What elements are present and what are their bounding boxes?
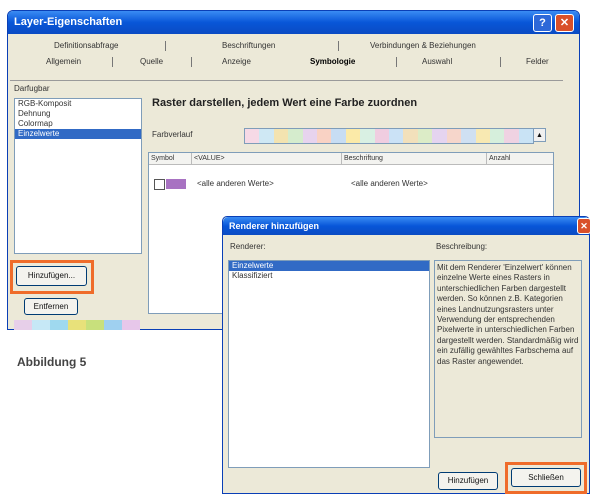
tab-allgemein[interactable]: Allgemein [46,57,81,66]
renderer-label: Renderer: [230,242,266,251]
row-value: <alle anderen Werte> [197,179,274,188]
renderer-item-einzelwerte[interactable]: Einzelwerte [15,129,141,139]
ramp-color-18 [504,129,519,143]
renderer-item-dehnung[interactable]: Dehnung [15,109,141,119]
ramp-color-11 [403,129,418,143]
dialog-close-button[interactable]: Schließen [511,468,581,487]
remove-button[interactable]: Entfernen [24,298,78,315]
dialog-title-bar: Renderer hinzufügen ✕ [223,217,590,235]
tab-strip: Definitionsabfrage Beschriftungen Verbin… [8,27,564,81]
ramp-color-1 [259,129,274,143]
tab-quelle[interactable]: Quelle [140,57,163,66]
renderer-list[interactable]: RGB-Komposit Dehnung Colormap Einzelwert… [14,98,142,254]
renderer-list-label: Darfugbar [14,84,50,93]
tab-definitionsabfrage[interactable]: Definitionsabfrage [54,41,118,50]
symbol-swatch[interactable] [166,179,186,189]
ramp-color-17 [489,129,505,143]
tab-anzeige[interactable]: Anzeige [222,57,251,66]
table-header: Symbol <VALUE> Beschriftung Anzahl [149,153,553,165]
tab-felder[interactable]: Felder [526,57,549,66]
column-header-value[interactable]: <VALUE> [192,153,342,164]
tab-divider [112,57,113,67]
column-header-anzahl[interactable]: Anzahl [487,153,553,164]
dialog-renderer-item-klassifiziert[interactable]: Klassifiziert [229,271,429,281]
row-label: <alle anderen Werte> [351,179,428,188]
ramp-color-19 [518,129,534,143]
dialog-renderer-item-einzelwerte[interactable]: Einzelwerte [229,261,429,271]
ramp-color-4 [302,129,318,143]
figure-caption: Abbildung 5 [17,355,87,369]
description-text: Mit dem Renderer 'Einzelwert' können ein… [434,260,582,438]
tab-divider [396,57,397,67]
ramp-color-6 [331,129,346,143]
color-ramp-dropdown[interactable] [244,128,534,144]
ramp-color-15 [461,129,476,143]
farbverlauf-label: Farbverlauf [152,130,193,139]
ramp-color-7 [345,129,361,143]
column-header-symbol[interactable]: Symbol [149,153,192,164]
ramp-color-0 [245,129,260,143]
close-icon[interactable]: ✕ [577,218,590,234]
checkbox[interactable] [154,179,165,190]
ramp-color-16 [475,129,490,143]
ramp-color-13 [432,129,447,143]
tab-symbologie[interactable]: Symbologie [310,57,355,66]
ramp-color-3 [288,129,303,143]
column-header-beschriftung[interactable]: Beschriftung [342,153,487,164]
ramp-color-10 [389,129,404,143]
dialog-add-button[interactable]: Hinzufügen [438,472,498,490]
add-renderer-button[interactable]: Hinzufügen... [16,266,87,286]
ramp-color-12 [417,129,433,143]
tab-divider [165,41,166,51]
renderer-item-rgb-komposit[interactable]: RGB-Komposit [15,99,141,109]
ramp-color-8 [360,129,375,143]
ramp-color-9 [374,129,390,143]
renderer-heading: Raster darstellen, jedem Wert eine Farbe… [152,97,418,109]
tab-divider [338,41,339,51]
chevron-down-icon[interactable]: ▲ [533,128,546,142]
ramp-color-5 [317,129,332,143]
color-strip [14,320,140,330]
tab-verbindungen[interactable]: Verbindungen & Beziehungen [370,41,476,50]
tab-beschriftungen[interactable]: Beschriftungen [222,41,275,50]
renderer-item-colormap[interactable]: Colormap [15,119,141,129]
tab-auswahl[interactable]: Auswahl [422,57,452,66]
tab-divider [500,57,501,67]
description-label: Beschreibung: [436,242,488,251]
tab-divider [191,57,192,67]
dialog-renderer-list[interactable]: Einzelwerte Klassifiziert [228,260,430,468]
dialog-title: Renderer hinzufügen [229,221,320,231]
ramp-color-14 [446,129,462,143]
ramp-color-2 [273,129,289,143]
table-row[interactable]: <alle anderen Werte> <alle anderen Werte… [149,178,553,190]
